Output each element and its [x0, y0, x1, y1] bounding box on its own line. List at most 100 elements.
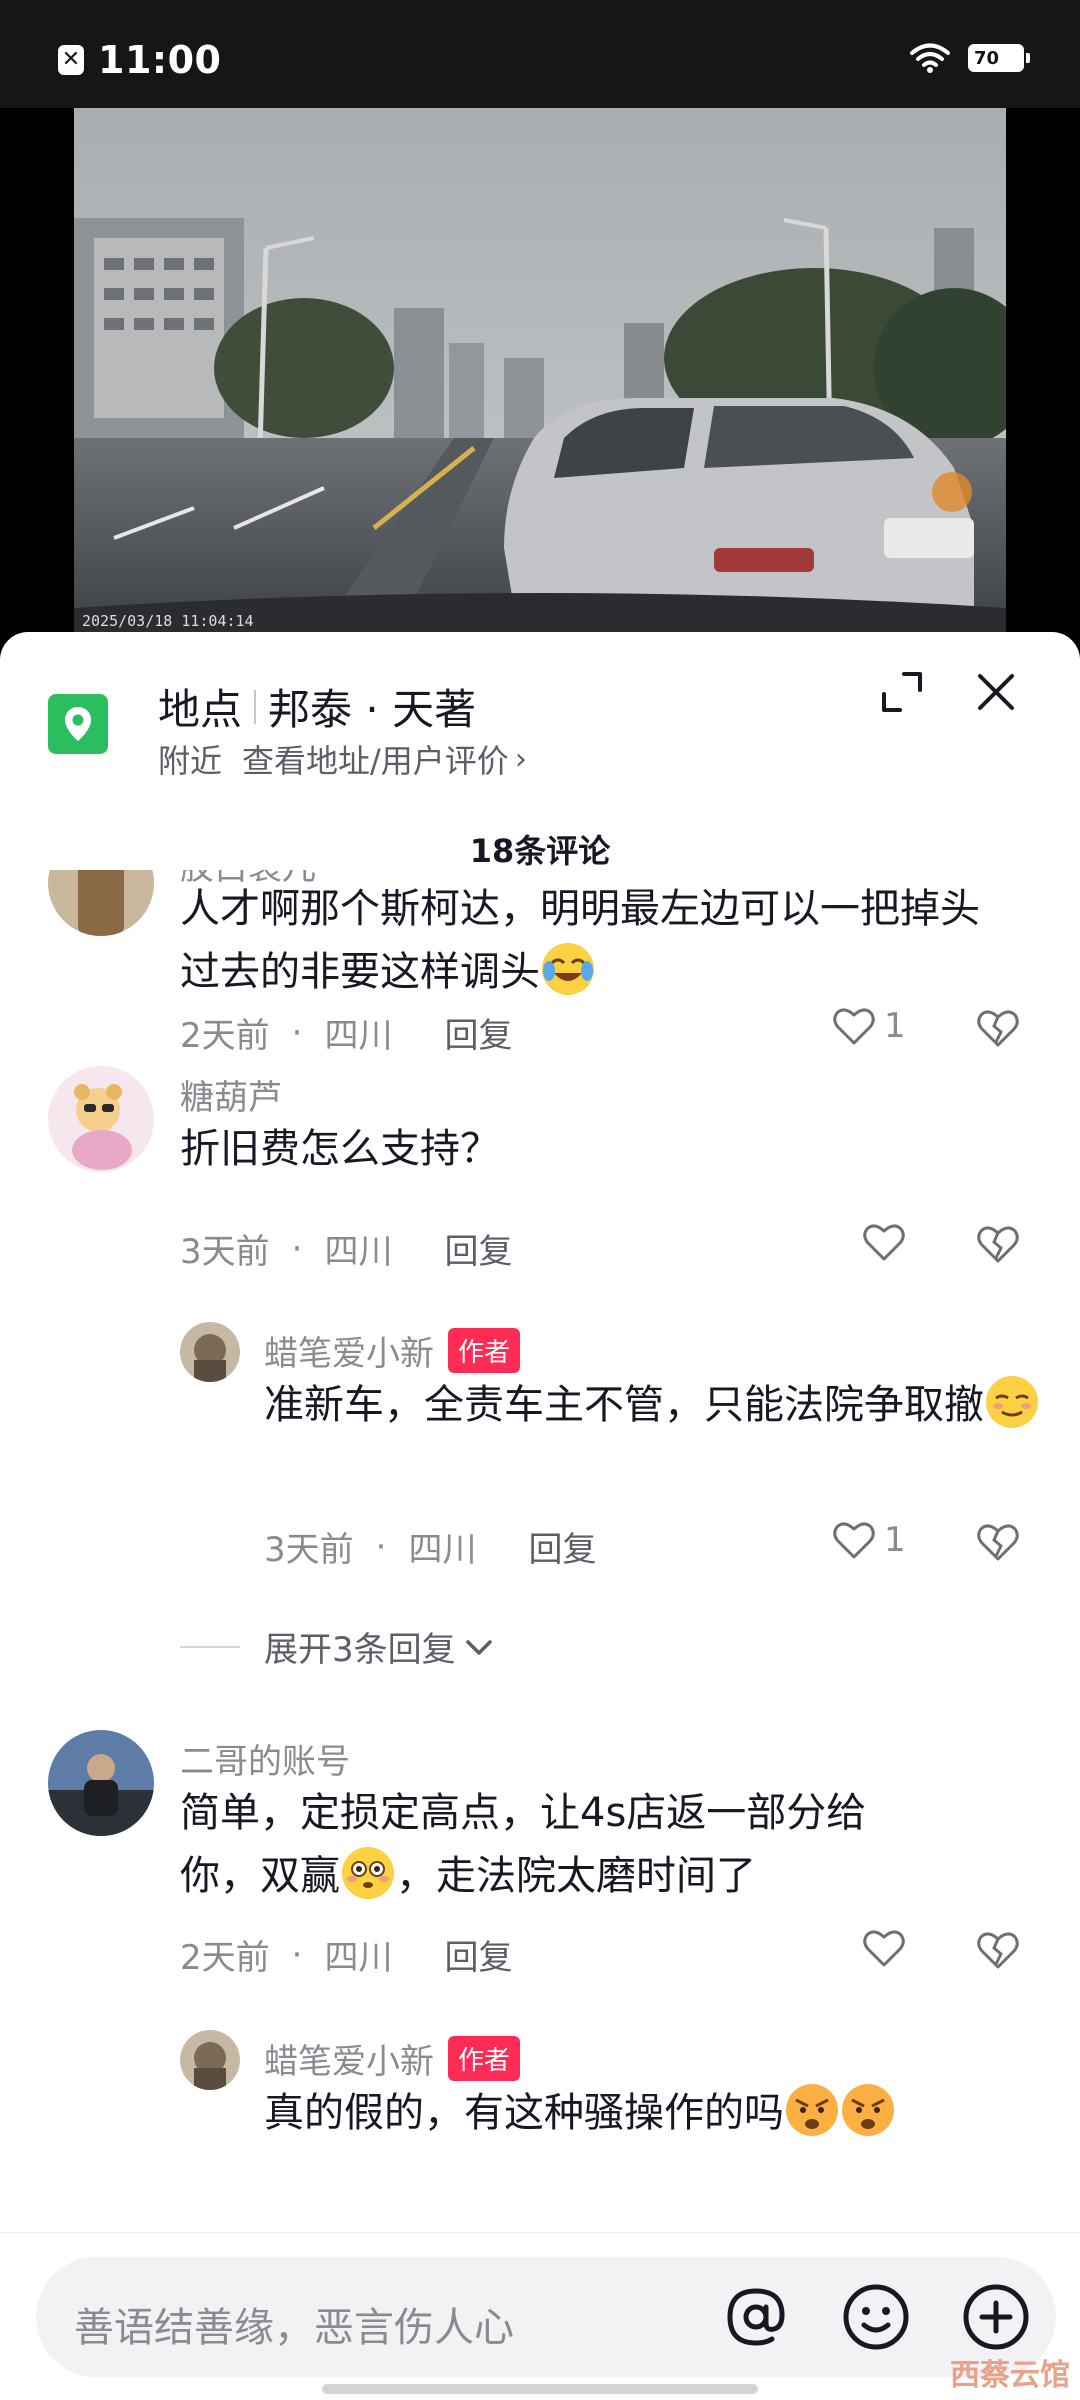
- expand-replies-button[interactable]: 展开3条回复: [180, 1622, 496, 1671]
- expand-icon[interactable]: [878, 668, 926, 716]
- angry-emoji-icon: [842, 2084, 894, 2136]
- comment-sheet: 地点 邦泰 · 天著 附近 查看地址/用户评价 › 18条评论 胶白裘儿 人才啊…: [0, 632, 1080, 2400]
- heart-icon: [833, 1522, 875, 1559]
- wifi-icon: [910, 43, 950, 73]
- location-divider: [254, 689, 257, 724]
- like-button[interactable]: 1: [832, 1006, 906, 1046]
- video-timestamp: 2025/03/18 11:04:14: [82, 612, 254, 630]
- comment-username[interactable]: 蜡笔爱小新 作者: [264, 1326, 521, 1375]
- video-frame[interactable]: 2025/03/18 11:04:14: [74, 108, 1006, 640]
- like-button[interactable]: 1: [832, 1520, 906, 1560]
- location-subline[interactable]: 附近 查看地址/用户评价 ›: [158, 736, 527, 782]
- status-left: ✕ 11:00: [58, 38, 221, 82]
- avatar[interactable]: [180, 2030, 240, 2090]
- comment-input-bar: 善语结善缘，恶言伤人心 西蔡云馆: [0, 2232, 1080, 2400]
- broken-heart-icon[interactable]: [976, 1522, 1020, 1562]
- heart-icon: [863, 1930, 905, 1967]
- meta-dot: ·: [291, 1012, 303, 1053]
- angry-emoji-icon: [786, 2084, 838, 2136]
- author-badge: 作者: [448, 1328, 521, 1373]
- comment-list[interactable]: 胶白裘儿 人才啊那个斯柯达，明明最左边可以一把掉头过去的非要这样调头 2天前 ·…: [0, 870, 1080, 2232]
- reply-username: 蜡笔爱小新: [264, 1334, 434, 1374]
- heart-icon: [833, 1008, 875, 1045]
- comment-time: 3天前: [180, 1232, 270, 1272]
- reply-username: 蜡笔爱小新: [264, 2042, 434, 2082]
- comment-text: 简单，定损定高点，让4s店返一部分给 你，双赢 ，走法院太磨时间了: [180, 1782, 1000, 1908]
- avatar[interactable]: [48, 1066, 154, 1172]
- comment-count: 18条评论: [469, 832, 611, 870]
- reply-button[interactable]: 回复: [528, 1522, 596, 1571]
- at-mention-icon[interactable]: [722, 2283, 790, 2351]
- clock: 11:00: [98, 38, 222, 82]
- status-bar: ✕ 11:00 70: [0, 0, 1080, 108]
- comment-region: 四川: [324, 1938, 393, 1978]
- crying-laughing-emoji-icon: [542, 943, 594, 995]
- location-bar[interactable]: 地点 邦泰 · 天著 附近 查看地址/用户评价 ›: [0, 632, 1080, 782]
- broken-heart-icon[interactable]: [976, 1008, 1020, 1048]
- location-nearby: 附近: [158, 742, 223, 780]
- divider-line: [180, 1645, 240, 1648]
- status-right: 70: [910, 42, 1030, 74]
- like-button[interactable]: [862, 1222, 906, 1262]
- comment-meta: 3天前 · 四川 回复: [180, 1224, 512, 1273]
- comment-text-line: 简单，定损定高点，让4s店返一部分给: [180, 1790, 867, 1836]
- like-count: 1: [884, 1006, 906, 1046]
- video-scene: [74, 108, 1006, 640]
- reply-button[interactable]: 回复: [444, 1224, 512, 1273]
- comment-username[interactable]: 糖葫芦: [180, 1070, 282, 1119]
- broken-heart-icon[interactable]: [976, 1930, 1020, 1970]
- comment-time: 2天前: [180, 1938, 270, 1978]
- chevron-down-icon: [465, 1639, 492, 1655]
- reply-button[interactable]: 回复: [444, 1930, 512, 1979]
- like-button[interactable]: [862, 1928, 906, 1968]
- location-name: 邦泰 · 天著: [268, 685, 477, 734]
- location-title: 地点 邦泰 · 天著: [158, 676, 476, 737]
- comment-region: 四川: [324, 1016, 393, 1056]
- location-pin-icon: [48, 694, 108, 754]
- relieved-emoji-icon: [986, 1376, 1038, 1428]
- location-link[interactable]: 查看地址/用户评价: [242, 736, 509, 782]
- comment-text-content: 准新车，全责车主不管，只能法院争取撤: [264, 1382, 984, 1428]
- video-player[interactable]: 2025/03/18 11:04:14: [0, 108, 1080, 640]
- comment-meta: 2天前 · 四川 回复: [180, 1008, 512, 1057]
- comment-text-content: 真的假的，有这种骚操作的吗: [264, 2090, 784, 2136]
- broken-heart-icon[interactable]: [976, 1224, 1020, 1264]
- comment-text: 准新车，全责车主不管，只能法院争取撤: [264, 1374, 1044, 1437]
- comment-text-line: ，走法院太磨时间了: [396, 1853, 756, 1899]
- comment-text: 折旧费怎么支持？: [180, 1126, 500, 1172]
- avatar[interactable]: [48, 1730, 154, 1836]
- expand-replies-label: 展开3条回复: [264, 1630, 456, 1670]
- comment-meta: 3天前 · 四川 回复: [264, 1522, 596, 1571]
- comment-time: 3天前: [264, 1530, 354, 1570]
- add-icon[interactable]: [960, 2281, 1032, 2353]
- home-indicator[interactable]: [322, 2384, 758, 2394]
- comment-username[interactable]: 蜡笔爱小新 作者: [264, 2034, 521, 2083]
- like-count: 1: [884, 1520, 906, 1560]
- comment-input[interactable]: 善语结善缘，恶言伤人心: [36, 2257, 1056, 2377]
- reply-button[interactable]: 回复: [444, 1008, 512, 1057]
- meta-dot: ·: [375, 1526, 387, 1567]
- watermark: 西蔡云馆: [950, 2358, 1070, 2393]
- comment-meta: 2天前 · 四川 回复: [180, 1930, 512, 1979]
- comment-input-placeholder: 善语结善缘，恶言伤人心: [74, 2305, 514, 2351]
- location-label: 地点: [158, 685, 243, 734]
- author-badge: 作者: [448, 2036, 521, 2081]
- app-notification-icon: ✕: [58, 45, 84, 75]
- meta-dot: ·: [291, 1934, 303, 1975]
- comment-region: 四川: [408, 1530, 477, 1570]
- heart-icon: [863, 1224, 905, 1261]
- comment-region: 四川: [324, 1232, 393, 1272]
- comment-text: 真的假的，有这种骚操作的吗: [264, 2082, 1044, 2145]
- chevron-right-icon: ›: [514, 741, 527, 777]
- avatar[interactable]: [48, 870, 154, 936]
- battery-icon: 70: [968, 44, 1030, 72]
- avatar[interactable]: [180, 1322, 240, 1382]
- comment-username[interactable]: 二哥的账号: [180, 1734, 350, 1783]
- flushed-emoji-icon: [342, 1847, 394, 1899]
- comment-time: 2天前: [180, 1016, 270, 1056]
- comment-text-line: 你，双赢: [180, 1853, 340, 1899]
- meta-dot: ·: [291, 1228, 303, 1269]
- close-icon[interactable]: [972, 668, 1020, 716]
- comment-text: 人才啊那个斯柯达，明明最左边可以一把掉头过去的非要这样调头: [180, 878, 1000, 1004]
- emoji-picker-icon[interactable]: [840, 2281, 912, 2353]
